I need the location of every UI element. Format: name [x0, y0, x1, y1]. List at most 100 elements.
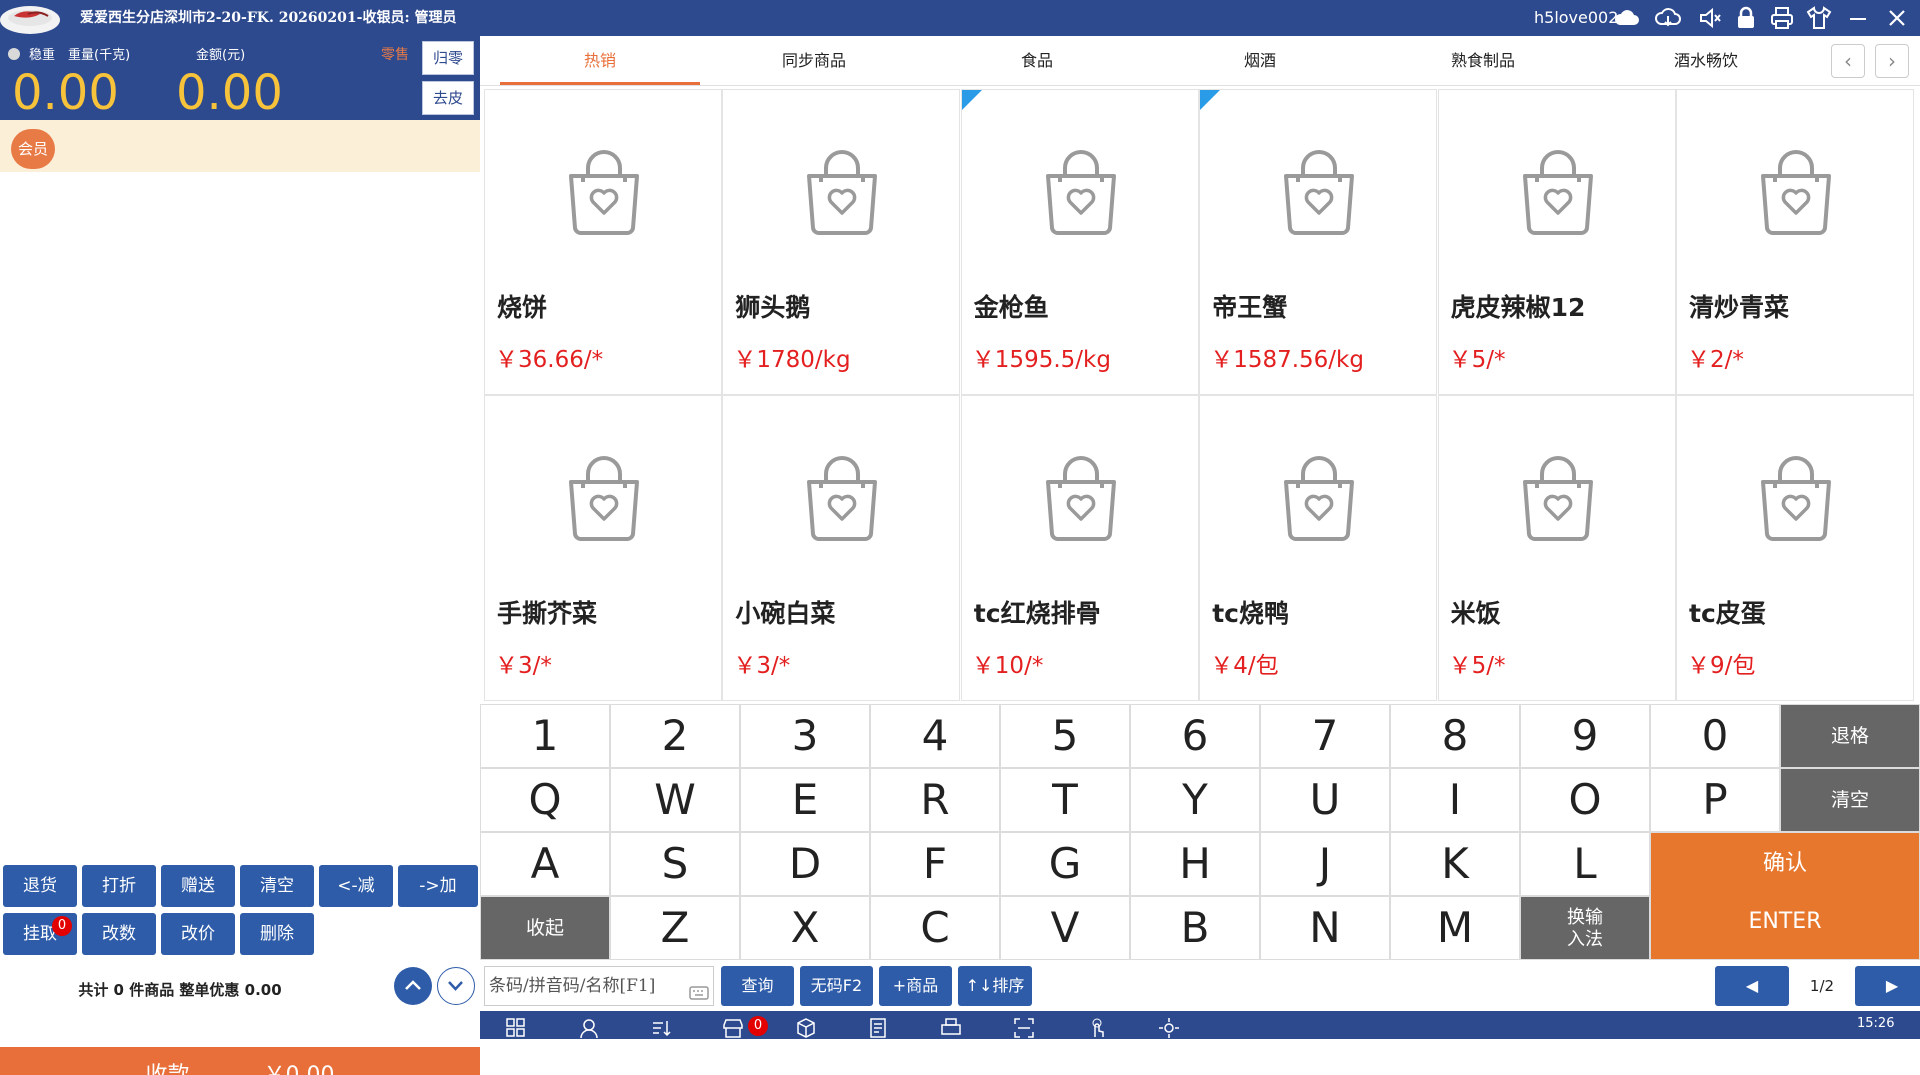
product-card[interactable]: 金枪鱼 ￥1595.5/kg	[960, 89, 1199, 395]
key-2[interactable]: 2	[610, 704, 740, 768]
key-4[interactable]: 4	[870, 704, 1000, 768]
product-card[interactable]: 清炒青菜 ￥2/*	[1676, 89, 1914, 395]
clear-key[interactable]: 清空	[1780, 768, 1920, 832]
tab-tobacco-liquor[interactable]: 烟酒	[1160, 36, 1360, 86]
printer-icon[interactable]	[1769, 5, 1795, 31]
key-s[interactable]: S	[610, 832, 740, 896]
receipt-icon[interactable]	[867, 1017, 889, 1039]
product-card[interactable]: 米饭 ￥5/*	[1437, 395, 1676, 701]
keyboard-icon[interactable]	[689, 977, 709, 1000]
tab-sync-products[interactable]: 同步商品	[714, 36, 914, 86]
delete-button[interactable]: 删除	[240, 913, 314, 955]
gift-button[interactable]: 赠送	[161, 865, 235, 907]
key-u[interactable]: U	[1260, 768, 1390, 832]
decrease-button[interactable]: <-减	[319, 865, 393, 907]
add-product-button[interactable]: +商品	[879, 966, 952, 1006]
key-w[interactable]: W	[610, 768, 740, 832]
product-card[interactable]: tc红烧排骨 ￥10/*	[960, 395, 1199, 701]
key-h[interactable]: H	[1130, 832, 1260, 896]
key-i[interactable]: I	[1390, 768, 1520, 832]
tab-hot[interactable]: 热销	[500, 36, 700, 86]
key-n[interactable]: N	[1260, 896, 1390, 960]
tab-prev-button[interactable]: ‹	[1831, 44, 1865, 78]
key-r[interactable]: R	[870, 768, 1000, 832]
key-m[interactable]: M	[1390, 896, 1520, 960]
key-p[interactable]: P	[1650, 768, 1780, 832]
tab-next-button[interactable]: ›	[1875, 44, 1909, 78]
product-card[interactable]: tc烧鸭 ￥4/包	[1199, 395, 1438, 701]
product-card[interactable]: 小碗白菜 ￥3/*	[722, 395, 961, 701]
product-card[interactable]: tc皮蛋 ￥9/包	[1676, 395, 1914, 701]
box-icon[interactable]	[795, 1017, 817, 1039]
change-price-button[interactable]: 改价	[161, 913, 235, 955]
nocode-button[interactable]: 无码F2	[800, 966, 873, 1006]
touch-icon[interactable]	[1086, 1017, 1108, 1039]
pay-button[interactable]: 收款 ￥0.00	[0, 1047, 480, 1075]
key-1[interactable]: 1	[480, 704, 610, 768]
key-q[interactable]: Q	[480, 768, 610, 832]
close-icon[interactable]	[1884, 5, 1910, 31]
tab-food[interactable]: 食品	[937, 36, 1137, 86]
cloud-sync-icon[interactable]	[1655, 5, 1681, 31]
key-v[interactable]: V	[1000, 896, 1130, 960]
discount-button[interactable]: 打折	[82, 865, 156, 907]
speaker-icon[interactable]	[1697, 5, 1723, 31]
key-6[interactable]: 6	[1130, 704, 1260, 768]
scroll-up-button[interactable]	[394, 967, 432, 1005]
clear-button[interactable]: 清空	[240, 865, 314, 907]
tab-cooked-food[interactable]: 熟食制品	[1383, 36, 1583, 86]
key-a[interactable]: A	[480, 832, 610, 896]
scroll-down-button[interactable]	[437, 967, 475, 1005]
product-card[interactable]: 手撕芥菜 ￥3/*	[484, 395, 722, 701]
page-next-button[interactable]: ▶	[1855, 966, 1920, 1006]
key-x[interactable]: X	[740, 896, 870, 960]
user-icon[interactable]	[578, 1017, 600, 1039]
cloud-icon[interactable]	[1614, 5, 1640, 31]
key-0[interactable]: 0	[1650, 704, 1780, 768]
tare-button[interactable]: 去皮	[422, 81, 474, 115]
tab-drinks[interactable]: 酒水畅饮	[1606, 36, 1806, 86]
key-5[interactable]: 5	[1000, 704, 1130, 768]
key-l[interactable]: L	[1520, 832, 1650, 896]
change-qty-button[interactable]: 改数	[82, 913, 156, 955]
key-j[interactable]: J	[1260, 832, 1390, 896]
key-z[interactable]: Z	[610, 896, 740, 960]
product-card[interactable]: 虎皮辣椒12 ￥5/*	[1437, 89, 1676, 395]
search-input[interactable]: 条码/拼音码/名称[F1]	[484, 966, 714, 1006]
scan-icon[interactable]	[1013, 1017, 1035, 1039]
confirm-enter-key[interactable]: 确认 ENTER	[1650, 832, 1920, 960]
store-icon[interactable]	[722, 1017, 744, 1039]
switch-ime-key[interactable]: 换输入法	[1520, 896, 1650, 960]
key-e[interactable]: E	[740, 768, 870, 832]
product-card[interactable]: 狮头鹅 ￥1780/kg	[722, 89, 961, 395]
collapse-key[interactable]: 收起	[480, 896, 610, 960]
settings-icon[interactable]	[1158, 1017, 1180, 1039]
sort-list-icon[interactable]	[650, 1017, 672, 1039]
increase-button[interactable]: ->加	[398, 865, 478, 907]
query-button[interactable]: 查询	[721, 966, 794, 1006]
key-y[interactable]: Y	[1130, 768, 1260, 832]
key-7[interactable]: 7	[1260, 704, 1390, 768]
member-button[interactable]: 会员	[11, 129, 55, 169]
key-t[interactable]: T	[1000, 768, 1130, 832]
zero-button[interactable]: 归零	[422, 41, 474, 75]
key-d[interactable]: D	[740, 832, 870, 896]
print-icon[interactable]	[940, 1017, 962, 1039]
shirt-icon[interactable]	[1806, 5, 1832, 31]
return-button[interactable]: 退货	[3, 865, 77, 907]
key-b[interactable]: B	[1130, 896, 1260, 960]
page-prev-button[interactable]: ◀	[1715, 966, 1789, 1006]
key-3[interactable]: 3	[740, 704, 870, 768]
key-9[interactable]: 9	[1520, 704, 1650, 768]
key-k[interactable]: K	[1390, 832, 1520, 896]
key-g[interactable]: G	[1000, 832, 1130, 896]
lock-icon[interactable]	[1733, 5, 1759, 31]
product-card[interactable]: 帝王蟹 ￥1587.56/kg	[1199, 89, 1438, 395]
key-o[interactable]: O	[1520, 768, 1650, 832]
grid-icon[interactable]	[505, 1017, 527, 1039]
key-8[interactable]: 8	[1390, 704, 1520, 768]
minimize-icon[interactable]	[1845, 5, 1871, 31]
key-c[interactable]: C	[870, 896, 1000, 960]
sort-button[interactable]: ↑↓排序	[958, 966, 1032, 1006]
key-f[interactable]: F	[870, 832, 1000, 896]
